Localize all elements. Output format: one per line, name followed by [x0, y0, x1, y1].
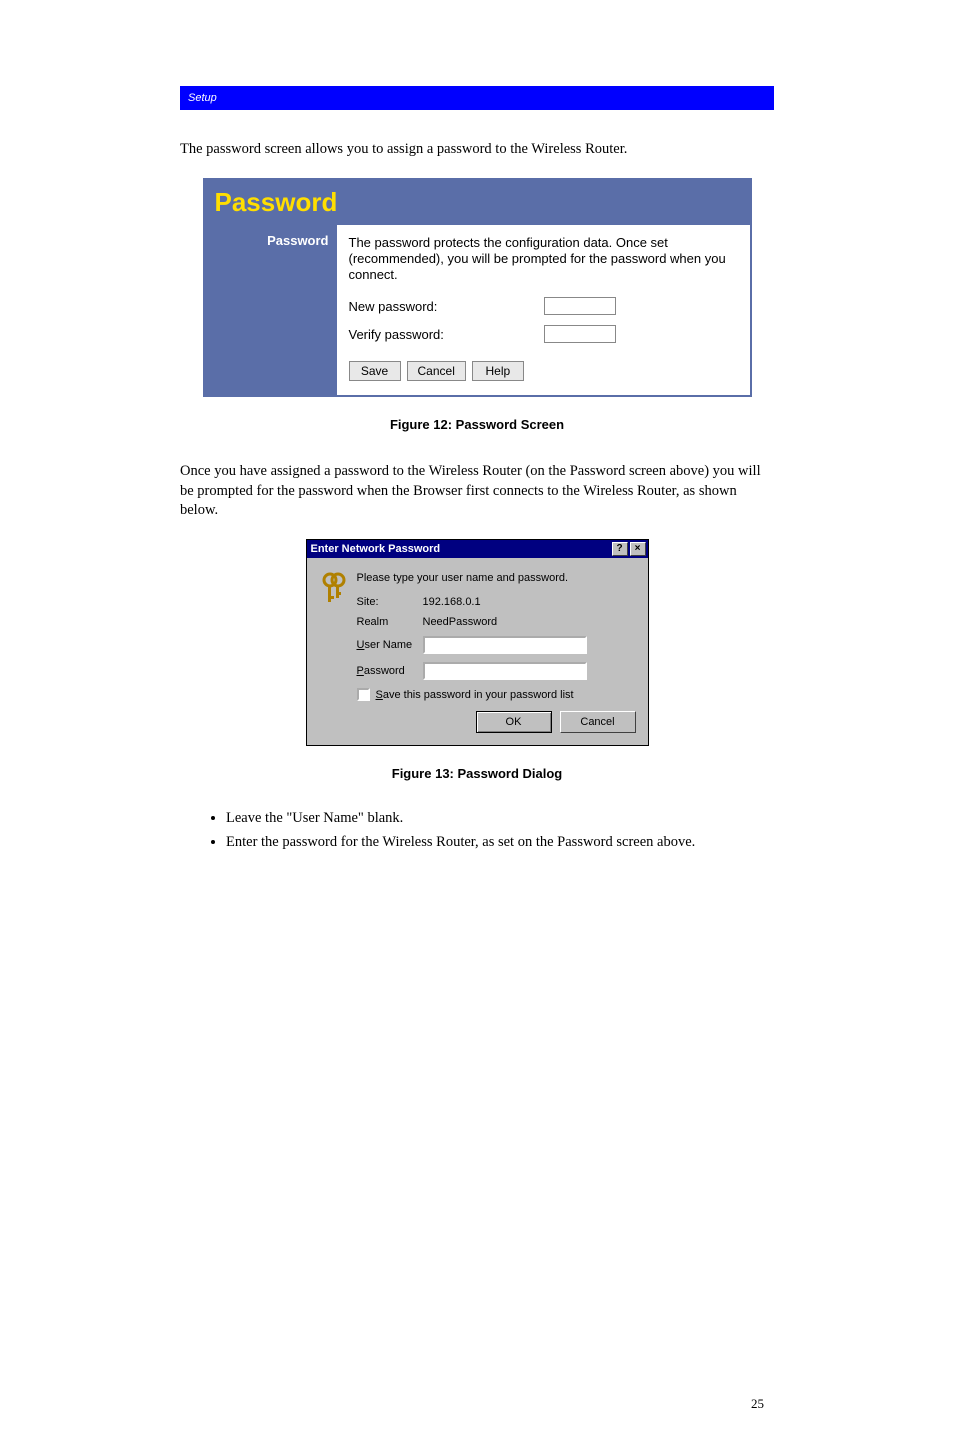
list-item: Leave the "User Name" blank.	[226, 809, 744, 829]
cancel-button[interactable]: Cancel	[407, 361, 466, 381]
save-password-label: Save this password in your password list	[376, 689, 574, 701]
key-icon	[319, 572, 347, 607]
page-number: 25	[751, 1396, 764, 1412]
password-input[interactable]	[423, 662, 587, 680]
save-button[interactable]: Save	[349, 361, 401, 381]
username-input[interactable]	[423, 636, 587, 654]
password-description: The password protects the configuration …	[349, 235, 738, 284]
ok-button[interactable]: OK	[476, 711, 552, 733]
dialog-cancel-button[interactable]: Cancel	[560, 711, 636, 733]
intro-text: The password screen allows you to assign…	[180, 140, 774, 160]
figure-caption-1: Figure 12: Password Screen	[0, 417, 954, 432]
figure-caption-2: Figure 13: Password Dialog	[0, 766, 954, 781]
site-label: Site:	[357, 596, 423, 608]
password-panel-title: Password	[205, 180, 750, 225]
save-password-checkbox[interactable]	[357, 688, 370, 701]
realm-value: NeedPassword	[423, 616, 498, 628]
dialog-prompt: Please type your user name and password.	[357, 572, 636, 584]
dialog-help-button[interactable]: ?	[612, 542, 628, 556]
password-section-label: Password	[205, 225, 337, 396]
site-value: 192.168.0.1	[423, 596, 481, 608]
username-label: User Name	[357, 639, 423, 651]
after-text-1: Once you have assigned a password to the…	[180, 462, 774, 521]
network-password-dialog: Enter Network Password ? × Please type y…	[306, 539, 649, 746]
verify-password-label: Verify password:	[349, 327, 544, 342]
dialog-close-button[interactable]: ×	[630, 542, 646, 556]
help-button[interactable]: Help	[472, 361, 524, 381]
bullet-list: Leave the "User Name" blank. Enter the p…	[226, 809, 744, 852]
list-item: Enter the password for the Wireless Rout…	[226, 833, 744, 853]
new-password-input[interactable]	[544, 297, 616, 315]
dialog-title: Enter Network Password	[311, 543, 441, 555]
page-header-bar: Setup	[180, 86, 774, 110]
verify-password-input[interactable]	[544, 325, 616, 343]
password-label: Password	[357, 665, 423, 677]
realm-label: Realm	[357, 616, 423, 628]
password-panel: Password Password The password protects …	[203, 178, 752, 398]
header-left-text: Setup	[188, 92, 217, 104]
new-password-label: New password:	[349, 299, 544, 314]
